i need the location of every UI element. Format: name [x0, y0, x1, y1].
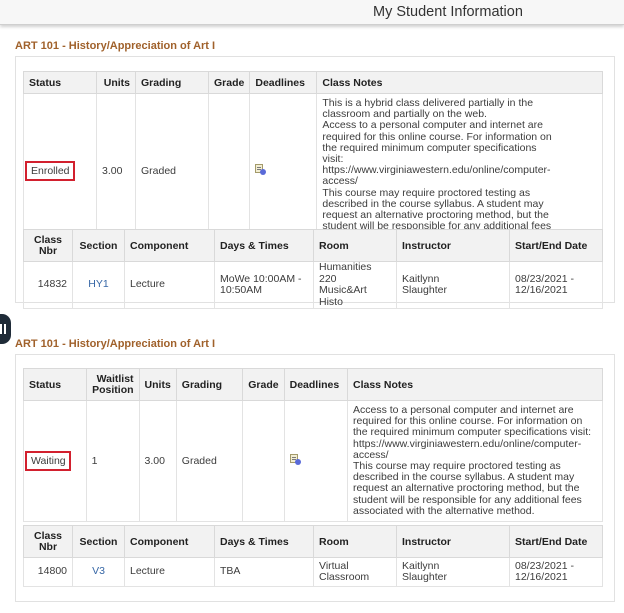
- status-cell: Waiting: [23, 399, 87, 523]
- header-status: Status: [23, 368, 87, 401]
- days-times-value: TBA: [214, 557, 314, 587]
- table-row: 14800 V3 Lecture TBA Virtual Classroom Ka…: [23, 557, 603, 587]
- enrollment-status-table: Status Waitlist Position Units Grading Gr…: [23, 368, 603, 523]
- enrollment-status-table: Status Units Grading Grade Deadlines Cla…: [23, 71, 603, 249]
- deadlines-cell: [283, 399, 349, 523]
- class-notes-text: This is a hybrid class delivered partial…: [322, 97, 552, 243]
- header-deadlines: Deadlines: [283, 368, 349, 401]
- status-value: Waiting: [25, 451, 71, 472]
- grade-value: [207, 93, 251, 249]
- class-nbr-value: 14832: [23, 261, 73, 309]
- dates-value: 08/23/2021 -12/16/2021: [509, 261, 603, 309]
- table-row: Enrolled 3.00 Graded This is a hybrid cl…: [23, 93, 603, 249]
- units-value: 3.00: [96, 93, 136, 249]
- header-section: Section: [72, 229, 125, 262]
- class-section-table: Class Nbr Section Component Days & Times …: [23, 229, 603, 309]
- header-room: Room: [313, 525, 397, 558]
- page-header: My Student Information: [0, 0, 624, 25]
- deadline-calendar-icon[interactable]: [289, 454, 301, 466]
- header-grading: Grading: [135, 71, 209, 94]
- header-grade: Grade: [242, 368, 285, 401]
- header-start-end-date: Start/End Date: [509, 525, 603, 558]
- course-panel: Status Units Grading Grade Deadlines Cla…: [15, 56, 615, 309]
- room-value: Humanities 220 Music&Art Histo: [313, 261, 397, 309]
- section-cell: V3: [72, 557, 125, 587]
- header-class-nbr: Class Nbr: [23, 525, 73, 558]
- header-room: Room: [313, 229, 397, 262]
- grading-value: Graded: [175, 399, 244, 523]
- days-times-value: MoWe 10:00AM -10:50AM: [214, 261, 314, 309]
- header-component: Component: [124, 525, 215, 558]
- header-class-notes: Class Notes: [347, 368, 603, 401]
- header-instructor: Instructor: [396, 525, 510, 558]
- header-deadlines: Deadlines: [249, 71, 318, 94]
- header-grade: Grade: [207, 71, 251, 94]
- status-cell: Enrolled: [23, 93, 97, 249]
- section-link[interactable]: V3: [92, 565, 105, 578]
- instructor-value: Kaitlynn Slaughter: [396, 557, 510, 587]
- header-days-times: Days & Times: [214, 229, 314, 262]
- section-link[interactable]: HY1: [88, 278, 108, 291]
- instructor-value: Kaitlynn Slaughter: [396, 261, 510, 309]
- component-value: Lecture: [124, 557, 215, 587]
- pause-bars-icon: [0, 324, 6, 334]
- class-notes-text: Access to a personal computer and intern…: [353, 404, 592, 517]
- header-instructor: Instructor: [396, 229, 510, 262]
- room-value: Virtual Classroom: [313, 557, 397, 587]
- header-start-end-date: Start/End Date: [509, 229, 603, 262]
- header-component: Component: [124, 229, 215, 262]
- component-value: Lecture: [124, 261, 215, 309]
- header-units: Units: [138, 368, 177, 401]
- dates-value: 08/23/2021 -12/16/2021: [509, 557, 603, 587]
- header-class-nbr: Class Nbr: [23, 229, 73, 262]
- header-days-times: Days & Times: [214, 525, 314, 558]
- deadlines-cell: [249, 93, 318, 249]
- table-row: Waiting 1 3.00 Graded Access to a person…: [23, 399, 603, 523]
- header-grading: Grading: [175, 368, 244, 401]
- course-title: ART 101 - History/Appreciation of Art I: [15, 40, 216, 52]
- side-panel-toggle[interactable]: [0, 314, 11, 344]
- grading-value: Graded: [135, 93, 209, 249]
- course-title: ART 101 - History/Appreciation of Art I: [15, 338, 216, 350]
- header-class-notes: Class Notes: [316, 71, 603, 94]
- waitlist-position-value: 1: [85, 399, 140, 523]
- status-value: Enrolled: [25, 160, 75, 181]
- class-section-table: Class Nbr Section Component Days & Times …: [23, 525, 603, 587]
- deadline-calendar-icon[interactable]: [255, 163, 267, 175]
- course-panel: Status Waitlist Position Units Grading Gr…: [15, 354, 615, 602]
- class-nbr-value: 14800: [23, 557, 73, 587]
- header-waitlist-position: Waitlist Position: [85, 368, 140, 401]
- grade-value: [242, 399, 285, 523]
- class-notes: Access to a personal computer and intern…: [347, 399, 603, 523]
- class-notes: This is a hybrid class delivered partial…: [316, 93, 603, 249]
- section-cell: HY1: [72, 261, 125, 309]
- header-units: Units: [96, 71, 136, 94]
- page-title: My Student Information: [373, 4, 523, 20]
- table-row: 14832 HY1 Lecture MoWe 10:00AM -10:50AM …: [23, 261, 603, 309]
- header-status: Status: [23, 71, 97, 94]
- header-section: Section: [72, 525, 125, 558]
- units-value: 3.00: [138, 399, 177, 523]
